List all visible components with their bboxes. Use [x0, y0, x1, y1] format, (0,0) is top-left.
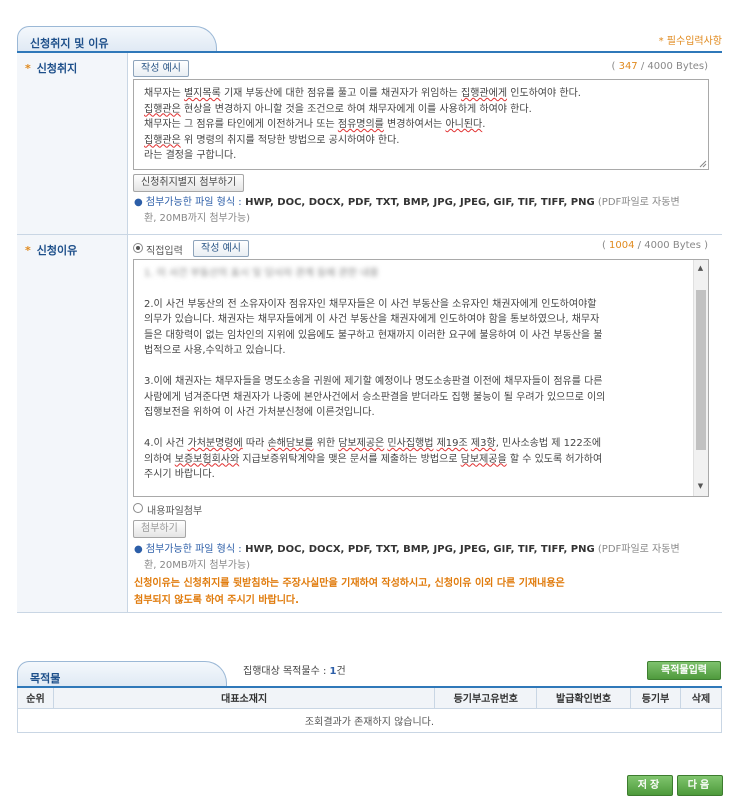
reason-byte-counter: ( 1004 / 4000 Bytes )	[601, 240, 708, 251]
text-line: 주시기 바랍니다.	[144, 469, 215, 480]
purpose-byte-max: / 4000 Bytes)	[640, 61, 708, 72]
misspelled-word: 점유명의를	[337, 119, 384, 130]
col-address: 대표소재지	[52, 686, 436, 709]
reason-scrollbar[interactable]: ▲ ▼	[693, 260, 708, 496]
misspelled-word: 아니된다	[445, 119, 483, 130]
text-line: 채무자는 별지목록 기재 부동산에 대한 점유를 풀고 이를 채권자가 위임하는…	[144, 88, 581, 99]
radio-direct-input[interactable]	[133, 243, 143, 253]
text-line: 사람에게 넘겨준다면 채권자가 나중에 본안사건에서 승소판결을 받더라도 집행…	[144, 391, 606, 403]
purpose-byte-counter: ( 347 / 4000 Bytes)	[611, 61, 708, 72]
reason-textarea[interactable]: 1. 이 사건 부동산의 표시 및 당사자 관계 등에 관한 내용 2.이 사건…	[133, 259, 709, 497]
text-line: 법적으로 사용,수익하고 있습니다.	[144, 345, 286, 356]
reason-warning: 신청이유는 신청취지를 뒷받침하는 주장사실만을 기재하여 작성하시고, 신청이…	[134, 578, 565, 606]
misspelled-word: 담보제공은	[338, 438, 385, 449]
misspelled-word: 손해담보를	[267, 438, 314, 449]
required-star: *	[25, 244, 31, 257]
scroll-down-icon[interactable]: ▼	[694, 480, 707, 493]
misspelled-word: 보증보험회사와	[174, 453, 240, 465]
save-button[interactable]: 저장	[627, 775, 673, 796]
misspelled-word: 집행관에게	[461, 88, 508, 99]
reason-byte-max: / 4000 Bytes )	[637, 240, 708, 251]
misspelled-word: 집행관은	[144, 103, 181, 115]
reason-byte-count: 1004	[609, 240, 635, 251]
col-registry: 등기부	[630, 686, 681, 709]
row-divider	[17, 612, 722, 613]
misspelled-word: 제19조	[436, 438, 468, 449]
scroll-thumb[interactable]	[696, 290, 706, 450]
table-header-row: 순위 대표소재지 등기부고유번호 발급확인번호 등기부 삭제	[17, 686, 722, 709]
purpose-textarea[interactable]: 채무자는 별지목록 기재 부동산에 대한 점유를 풀고 이를 채권자가 위임하는…	[133, 79, 709, 170]
text-line: 3.이에 채권자는 채무자들을 명도소송을 귀원에 제기할 예정이나 명도소송판…	[144, 376, 603, 387]
text-line: 집행관은 현상을 변경하지 아니할 것을 조건으로 하여 채무자에게 이를 사용…	[144, 103, 532, 115]
col-delete: 삭제	[680, 686, 722, 709]
purpose-example-button[interactable]: 작성 예시	[133, 60, 189, 77]
misspelled-word: 민사집행법	[387, 438, 434, 449]
misspelled-word: 집행관은	[144, 134, 181, 146]
target-table: 순위 대표소재지 등기부고유번호 발급확인번호 등기부 삭제 조회결과가 존재하…	[17, 686, 722, 733]
text-line: 집행보전을 위하여 이 사건 가처분신청에 이른것입니다.	[144, 407, 375, 418]
section-tab-purpose-reason: 신청취지 및 이유	[17, 26, 217, 52]
target-count: 집행대상 목적물수 : 1건	[243, 666, 346, 677]
text-line: 의무가 있습니다. 채권자는 채무자들에게 이 사건 부동산을 채권자에게 인도…	[144, 314, 600, 325]
section-tab-target: 목적물	[17, 661, 227, 687]
required-note: * 필수입력사항	[658, 36, 722, 47]
required-star: *	[25, 62, 31, 75]
misspelled-word: 제3항	[470, 438, 496, 449]
text-line: 2.이 사건 부동산의 전 소유자이자 점유자인 채무자들은 이 사건 부동산을…	[144, 298, 597, 310]
section-title: 신청취지 및 이유	[30, 37, 109, 50]
empty-message: 조회결과가 존재하지 않습니다.	[17, 707, 722, 733]
text-line: 들은 대항력이 없는 임차인의 지위에 있음에도 불구하고 현재까지 이러한 요…	[144, 329, 603, 341]
resize-handle-icon[interactable]	[699, 160, 707, 168]
misspelled-word: 가처분명령에	[187, 438, 243, 449]
reason-file-hint: ● 첨부가능한 파일 형식 : HWP, DOC, DOCX, PDF, TXT…	[134, 544, 680, 571]
reason-label: 신청이유	[36, 244, 78, 257]
misspelled-word: 별지목록	[183, 88, 221, 99]
text-line: 의하여 보증보험회사와 지급보증위탁계약을 맺은 문서를 제출하는 방법으로 담…	[144, 453, 603, 465]
text-line: 집행관은 위 명령의 취지를 적당한 방법으로 공시하여야 한다.	[144, 134, 400, 146]
purpose-label-cell: * 신청취지	[17, 53, 128, 235]
table-row: 조회결과가 존재하지 않습니다.	[17, 707, 722, 733]
radio-file-attach[interactable]	[133, 503, 143, 513]
text-line: 라는 결정을 구합니다.	[144, 150, 237, 161]
reason-example-button[interactable]: 작성 예시	[193, 240, 249, 257]
radio-direct-label: 직접입력	[146, 246, 183, 257]
col-rank: 순위	[17, 686, 54, 709]
text-line: 채무자는 그 점유를 타인에게 이전하거나 또는 점유명의를 변경하여서는 아니…	[144, 119, 486, 130]
text-line: 4.이 사건 가처분명령에 따라 손해담보를 위한 담보제공은 민사집행법 제1…	[144, 438, 602, 449]
reason-label-cell: * 신청이유	[17, 235, 128, 612]
misspelled-word: 담보제공을	[460, 453, 507, 465]
purpose-label: 신청취지	[36, 62, 78, 75]
section-title: 목적물	[30, 672, 61, 685]
col-registry-id: 등기부고유번호	[434, 686, 538, 709]
radio-file-label: 내용파일첨부	[147, 506, 203, 517]
purpose-attach-button[interactable]: 신청취지별지 첨부하기	[133, 174, 245, 192]
col-issue-number: 발급확인번호	[536, 686, 632, 709]
target-input-button[interactable]: 목적물입력	[647, 661, 721, 680]
purpose-file-hint: ● 첨부가능한 파일 형식 : HWP, DOC, DOCX, PDF, TXT…	[134, 197, 680, 224]
reason-attach-button[interactable]: 첨부하기	[133, 520, 186, 538]
scroll-up-icon[interactable]: ▲	[694, 262, 707, 275]
blurred-line: 1. 이 사건 부동산의 표시 및 당사자 관계 등에 관한 내용	[144, 268, 379, 279]
next-button[interactable]: 다음	[677, 775, 723, 796]
purpose-byte-count: 347	[618, 61, 638, 72]
